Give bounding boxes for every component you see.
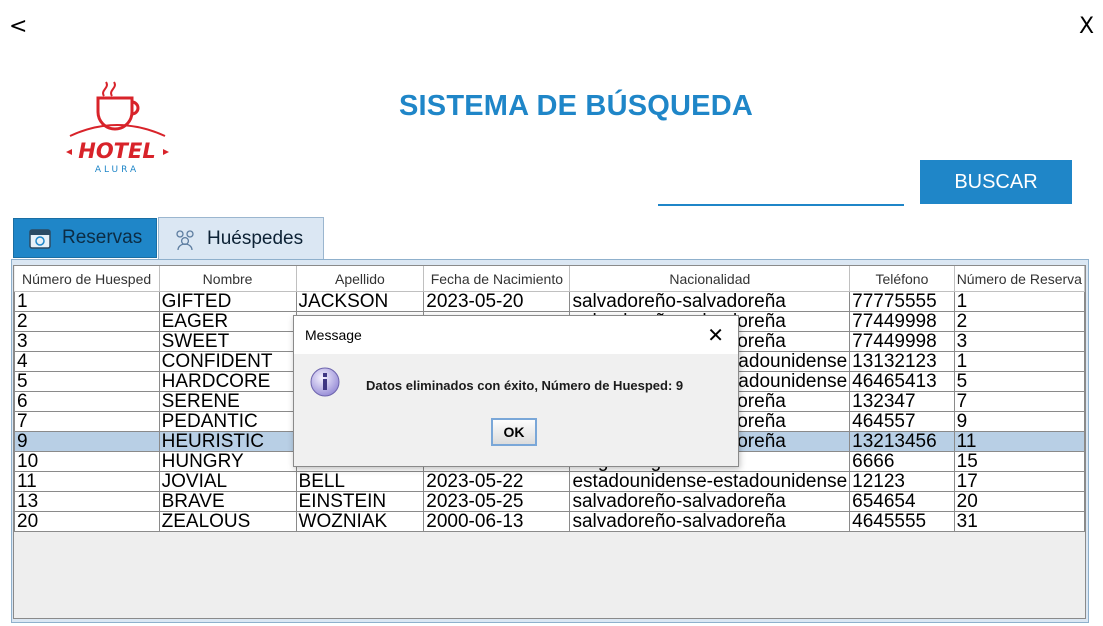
search-input[interactable] [658,170,904,206]
table-cell[interactable]: salvadoreño-salvadoreña [569,511,851,532]
ok-button[interactable]: OK [491,418,537,446]
table-cell[interactable]: 7 [14,411,160,432]
back-button[interactable]: < [9,14,27,39]
table-cell[interactable]: BELL [295,471,425,492]
dialog-message: Datos eliminados con éxito, Número de Hu… [366,378,684,393]
table-cell[interactable]: 13 [14,491,160,512]
tab-reservas[interactable]: Reservas [13,218,157,258]
table-cell[interactable]: 77775555 [849,291,955,312]
table-cell[interactable]: 15 [953,451,1086,472]
column-header[interactable]: Teléfono [849,266,955,292]
table-cell[interactable]: 11 [14,471,160,492]
table-cell[interactable]: 13213456 [849,431,955,452]
table-cell[interactable]: 6666 [849,451,955,472]
tab-label: Huéspedes [207,227,304,249]
column-header[interactable]: Apellido [296,266,425,292]
dialog-title: Message [305,327,362,343]
table-cell[interactable]: 7 [953,391,1086,412]
table-cell[interactable]: 132347 [849,391,955,412]
table-cell[interactable]: 13132123 [849,351,955,372]
table-cell[interactable]: BRAVE [158,491,297,512]
table-cell[interactable]: 31 [953,511,1086,532]
table-cell[interactable]: 20 [14,511,160,532]
table-cell[interactable]: SWEET [158,331,297,352]
dialog-titlebar: Message ✕ [294,316,738,354]
table-cell[interactable]: 17 [953,471,1086,492]
table-cell[interactable]: 1 [953,291,1086,312]
dialog-close-button[interactable]: ✕ [707,323,724,347]
column-header[interactable]: Nacionalidad [569,266,851,292]
page-title: SISTEMA DE BÚSQUEDA [399,90,753,122]
table-cell[interactable]: 464557 [849,411,955,432]
table-cell[interactable]: 4645555 [849,511,955,532]
table-cell[interactable]: HARDCORE [158,371,297,392]
table-cell[interactable]: 2023-05-20 [423,291,571,312]
close-button[interactable]: X [1079,14,1094,39]
table-cell[interactable]: CONFIDENT [158,351,297,372]
table-cell[interactable]: JOVIAL [158,471,297,492]
info-icon [310,367,340,397]
table-cell[interactable]: 12123 [849,471,955,492]
table-cell[interactable]: 3 [953,331,1086,352]
table-cell[interactable]: PEDANTIC [158,411,297,432]
table-cell[interactable]: 9 [14,431,160,452]
table-cell[interactable]: EAGER [158,311,297,332]
table-row[interactable]: 1 GIFTED JACKSON 2023-05-20 salvadoreño-salv… [14,291,1086,312]
message-dialog: Message ✕ Datos eliminados con éxito, Nú… [293,315,739,467]
table-cell[interactable]: 77449998 [849,311,955,332]
table-cell[interactable]: 2000-06-13 [423,511,571,532]
table-cell[interactable]: WOZNIAK [295,511,425,532]
table-cell[interactable]: 1 [953,351,1086,372]
table-cell[interactable]: 654654 [849,491,955,512]
table-cell[interactable]: EINSTEIN [295,491,425,512]
table-row[interactable]: 20 ZEALOUS WOZNIAK 2000-06-13 salvadoreño-sa… [14,511,1086,532]
table-cell[interactable]: 2 [14,311,160,332]
table-cell[interactable]: 2 [953,311,1086,332]
column-header[interactable]: Fecha de Nacimiento [423,266,571,292]
table-cell[interactable]: HEURISTIC [158,431,297,452]
table-cell[interactable]: 9 [953,411,1086,432]
guests-icon [176,229,194,250]
table-cell[interactable]: 2023-05-22 [423,471,571,492]
table-cell[interactable]: 11 [953,431,1086,452]
table-cell[interactable]: HUNGRY [158,451,297,472]
table-cell[interactable]: 2023-05-25 [423,491,571,512]
table-cell[interactable]: estadounidense-estadounidense [569,471,851,492]
hotel-logo: HOTEL ALURA [66,81,169,175]
table-cell[interactable]: 5 [14,371,160,392]
svg-text:ALURA: ALURA [95,165,139,175]
svg-text:HOTEL: HOTEL [78,139,155,163]
table-row[interactable]: 11 JOVIAL BELL 2023-05-22 estadounidense-est… [14,471,1086,492]
column-header[interactable]: Número de Reserva [954,266,1086,292]
search-button[interactable]: BUSCAR [920,160,1072,204]
table-cell[interactable]: GIFTED [158,291,297,312]
tab-label: Reservas [62,227,143,248]
column-header[interactable]: Nombre [159,266,297,292]
table-cell[interactable]: JACKSON [295,291,425,312]
column-header[interactable]: Número de Huesped [14,266,160,292]
table-cell[interactable]: 10 [14,451,160,472]
table-cell[interactable]: 20 [953,491,1086,512]
table-cell[interactable]: salvadoreño-salvadoreña [569,491,851,512]
table-cell[interactable]: salvadoreño-salvadoreña [569,291,851,312]
table-cell[interactable]: 6 [14,391,160,412]
table-cell[interactable]: SERENE [158,391,297,412]
table-cell[interactable]: 77449998 [849,331,955,352]
table-cell[interactable]: 1 [14,291,160,312]
table-cell[interactable]: ZEALOUS [158,511,297,532]
table-cell[interactable]: 3 [14,331,160,352]
tab-huespedes[interactable]: Huéspedes [158,217,324,259]
table-cell[interactable]: 46465413 [849,371,955,392]
table-row[interactable]: 13 BRAVE EINSTEIN 2023-05-25 salvadoreño-sal… [14,491,1086,512]
calendar-icon [29,229,51,249]
table-cell[interactable]: 5 [953,371,1086,392]
table-header: Número de Huesped Nombre Apellido Fecha de … [14,266,1086,292]
table-cell[interactable]: 4 [14,351,160,372]
